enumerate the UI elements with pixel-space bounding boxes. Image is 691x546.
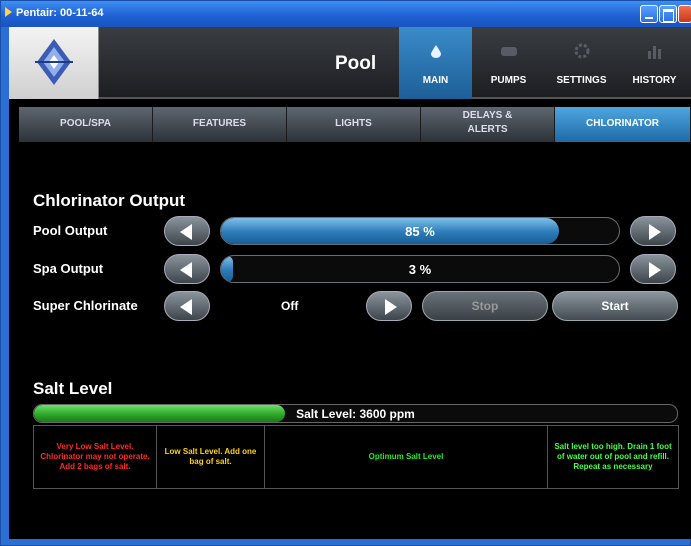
pool-output-bar: 85 % [220, 217, 620, 245]
spa-output-decrease-button[interactable] [164, 254, 210, 284]
nav-settings-tab[interactable]: SETTINGS [545, 27, 618, 99]
tab-delays-label-1: DELAYS & [462, 110, 513, 121]
tab-chlorinator-label: CHLORINATOR [586, 118, 659, 129]
subtab-bar: POOL/SPA FEATURES LIGHTS DELAYS & ALERTS… [19, 107, 691, 142]
super-chlorinate-value: Off [281, 299, 299, 313]
water-drop-icon [431, 45, 441, 58]
tab-delays-label-2: ALERTS [467, 124, 508, 135]
super-chlorinate-increase-button[interactable] [366, 291, 412, 321]
tab-lights[interactable]: LIGHTS [287, 107, 421, 142]
legend-low-text: Low Salt Level. Add one bag of salt. [164, 447, 257, 466]
window-title: Pentair: 00-11-64 [16, 7, 104, 19]
super-chlorinate-decrease-button[interactable] [164, 291, 210, 321]
nav-settings-label: SETTINGS [556, 75, 607, 86]
pool-output-increase-button[interactable] [630, 216, 676, 246]
bar-chart-icon [648, 46, 661, 59]
salt-level-value: 3600 [359, 407, 387, 421]
page-title: Pool [335, 53, 377, 74]
pentair-logo-icon [35, 39, 73, 85]
pump-icon [501, 47, 517, 56]
pool-output-label: Pool Output [33, 223, 108, 238]
spa-output-value: 3 % [408, 262, 432, 277]
legend-optimum-text: Optimum Salt Level [368, 452, 444, 461]
nav-history-tab[interactable]: HISTORY [618, 27, 691, 99]
tab-features[interactable]: FEATURES [153, 107, 287, 142]
header: Pool MAIN PUMPS SETTINGS HISTORY [9, 27, 691, 99]
salt-level-title: Salt Level [33, 379, 113, 398]
app-window: Pentair: 00-11-64 Pool MAIN PUMPS SETTIN… [0, 0, 691, 546]
tab-features-label: FEATURES [192, 118, 247, 129]
gear-icon [574, 43, 590, 59]
stop-button[interactable]: Stop [422, 291, 548, 321]
spa-output-bar: 3 % [220, 255, 620, 283]
tab-lights-label: LIGHTS [335, 118, 372, 129]
app-icon [5, 7, 12, 17]
nav-main-label: MAIN [422, 75, 449, 86]
tab-pool-spa[interactable]: POOL/SPA [19, 107, 153, 142]
minimize-button[interactable] [640, 5, 658, 23]
tab-delays-alerts[interactable]: DELAYS & ALERTS [421, 107, 555, 142]
tab-chlorinator[interactable]: CHLORINATOR [555, 107, 691, 142]
pool-output-value: 85 % [405, 224, 435, 239]
maximize-button[interactable] [659, 5, 677, 23]
nav-main-tab[interactable]: MAIN [399, 27, 472, 99]
nav-pumps-tab[interactable]: PUMPS [472, 27, 545, 99]
title-bar: Pentair: 00-11-64 [1, 1, 691, 27]
tab-pool-spa-label: POOL/SPA [60, 118, 111, 129]
main-content: POOL/SPA FEATURES LIGHTS DELAYS & ALERTS… [9, 101, 691, 539]
salt-level-unit: ppm [386, 407, 415, 421]
chlorinator-output-title: Chlorinator Output [33, 191, 186, 210]
app-body: Pool MAIN PUMPS SETTINGS HISTORY POOL/SP… [9, 27, 691, 539]
logo [9, 27, 99, 99]
salt-level-bar: Salt Level: 3600 ppm [33, 404, 678, 423]
nav-pumps-label: PUMPS [490, 75, 527, 86]
start-button[interactable]: Start [552, 291, 678, 321]
spa-output-increase-button[interactable] [630, 254, 676, 284]
legend-very-low: Very Low Salt Level. Chlorinator may not… [34, 426, 157, 488]
salt-legend: Very Low Salt Level. Chlorinator may not… [33, 425, 679, 489]
legend-too-high-text: Salt level too high. Drain 1 foot of wat… [554, 442, 672, 471]
pool-output-decrease-button[interactable] [164, 216, 210, 246]
nav-history-label: HISTORY [632, 75, 677, 86]
spa-output-label: Spa Output [33, 261, 104, 276]
salt-level-label: Salt Level: [296, 407, 360, 421]
legend-very-low-text: Very Low Salt Level. Chlorinator may not… [40, 442, 150, 471]
legend-optimum: Optimum Salt Level [265, 426, 548, 488]
legend-low: Low Salt Level. Add one bag of salt. [157, 426, 265, 488]
close-button[interactable] [678, 5, 691, 23]
legend-too-high: Salt level too high. Drain 1 foot of wat… [548, 426, 678, 488]
salt-level-text: Salt Level: 3600 ppm [34, 407, 677, 421]
super-chlorinate-label: Super Chlorinate [33, 298, 138, 313]
